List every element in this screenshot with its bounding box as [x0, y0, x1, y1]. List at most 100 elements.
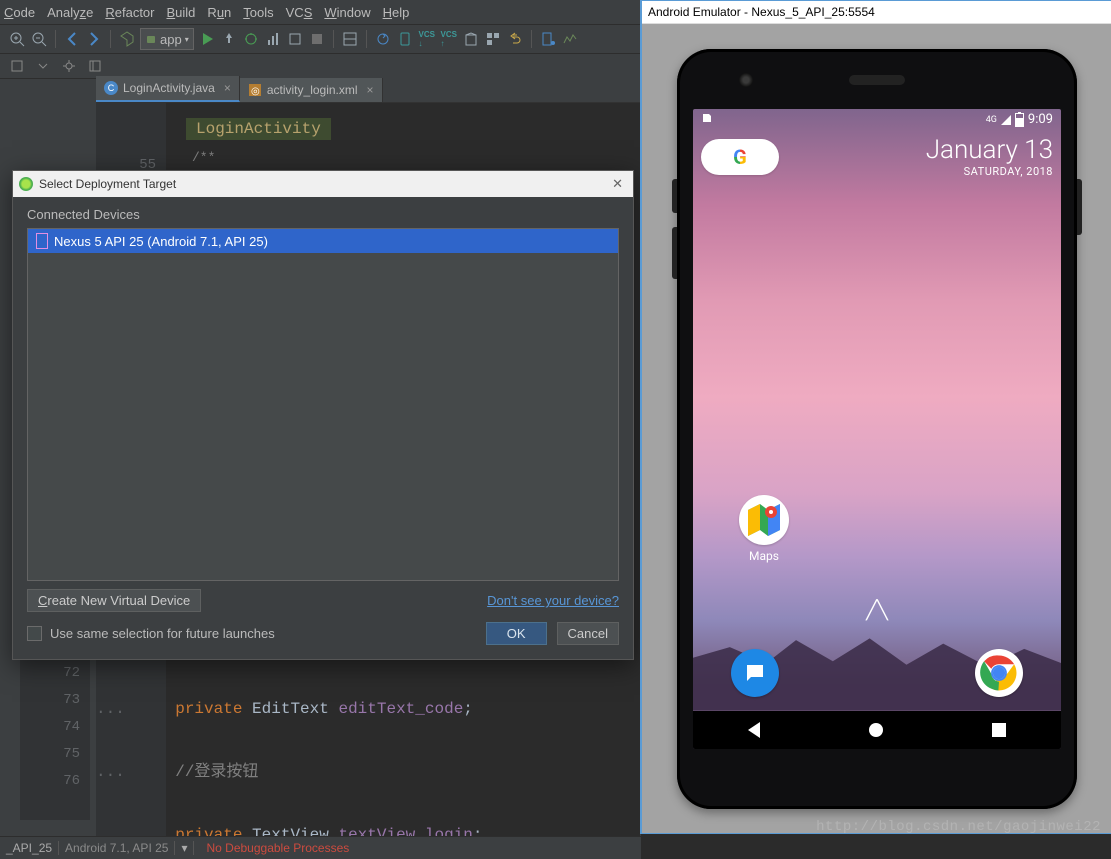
run-icon[interactable] — [198, 30, 216, 48]
date-sub: SATURDAY, 2018 — [926, 165, 1053, 178]
ok-button[interactable]: OK — [486, 622, 547, 645]
line-number: 72 — [20, 660, 80, 687]
menu-window[interactable]: Window — [324, 5, 370, 20]
sync-gradle-icon[interactable] — [374, 30, 392, 48]
java-class-icon: C — [104, 81, 118, 95]
sdk-manager-icon[interactable] — [462, 30, 480, 48]
checkbox-icon — [27, 626, 42, 641]
device-row-nexus5[interactable]: Nexus 5 API 25 (Android 7.1, API 25) — [28, 229, 618, 253]
menu-vcs[interactable]: VCS — [286, 5, 313, 20]
menu-refactor[interactable]: Refactor — [105, 5, 154, 20]
vcs-update-icon[interactable]: VCS↓ — [418, 30, 436, 48]
status-bar: _API_25 Android 7.1, API 25 ▾ No Debugga… — [0, 836, 641, 859]
volume-down-button[interactable] — [672, 227, 677, 279]
volume-up-button[interactable] — [672, 179, 677, 213]
editor-tabs: C LoginActivity.java × ◎ activity_login.… — [96, 76, 640, 103]
android-profiler-icon[interactable] — [561, 30, 579, 48]
editor-tab-label: LoginActivity.java — [123, 81, 215, 95]
zoom-out-icon[interactable] — [30, 30, 48, 48]
menu-run[interactable]: Run — [207, 5, 231, 20]
stop-icon[interactable] — [308, 30, 326, 48]
date-widget[interactable]: January 13 SATURDAY, 2018 — [926, 137, 1053, 178]
watermark: http://blog.csdn.net/gaojinwei22 — [816, 819, 1101, 835]
apply-changes-icon[interactable] — [220, 30, 238, 48]
battery-icon — [1015, 113, 1024, 127]
debug-icon[interactable] — [242, 30, 260, 48]
context-class-label: LoginActivity — [186, 118, 331, 140]
line-number: 73 — [20, 687, 80, 714]
editor-tab-activity-login-xml[interactable]: ◎ activity_login.xml × — [240, 78, 383, 102]
close-tab-icon[interactable]: × — [367, 83, 374, 97]
app-chrome[interactable] — [975, 649, 1023, 697]
dialog-close-icon[interactable]: ✕ — [608, 176, 627, 192]
connected-devices-label: Connected Devices — [27, 207, 619, 222]
status-api: Android 7.1, API 25 — [59, 841, 174, 855]
vcs-commit-icon[interactable]: VCS↑ — [440, 30, 458, 48]
app-maps[interactable]: Maps — [739, 495, 789, 563]
editor-tab-label: activity_login.xml — [267, 83, 358, 97]
collapse-all-icon[interactable] — [34, 57, 52, 75]
phone-frame: 4G 9:09 G January 13 SATURDAY, 2018 — [677, 49, 1077, 809]
status-no-debuggable: No Debuggable Processes — [194, 841, 349, 855]
dialog-titlebar[interactable]: Select Deployment Target ✕ — [13, 171, 633, 197]
device-list[interactable]: Nexus 5 API 25 (Android 7.1, API 25) — [27, 228, 619, 581]
line-number: 75 — [20, 741, 80, 768]
avd-manager-icon[interactable] — [396, 30, 414, 48]
power-button[interactable] — [1077, 179, 1082, 235]
date-main: January 13 — [926, 137, 1053, 163]
nav-recents-icon[interactable] — [992, 723, 1006, 737]
android-status-bar[interactable]: 4G 9:09 — [693, 109, 1061, 131]
kw: private — [175, 700, 242, 718]
menu-help[interactable]: Help — [383, 5, 410, 20]
editor-tab-login-activity[interactable]: C LoginActivity.java × — [96, 76, 240, 102]
nav-home-icon[interactable] — [869, 723, 883, 737]
attach-debugger-icon[interactable] — [286, 30, 304, 48]
menu-build[interactable]: Build — [167, 5, 196, 20]
make-project-icon[interactable] — [118, 30, 136, 48]
project-structure-icon[interactable] — [484, 30, 502, 48]
line-number: 76 — [20, 768, 80, 795]
use-same-selection-checkbox[interactable]: Use same selection for future launches — [27, 626, 275, 641]
menu-tools[interactable]: Tools — [243, 5, 273, 20]
dialog-title: Select Deployment Target — [39, 177, 176, 191]
dropdown-icon: ▾ — [185, 35, 189, 44]
layout-editor-icon[interactable] — [341, 30, 359, 48]
menu-code[interactable]: Code — [4, 5, 35, 20]
android-studio-icon — [19, 177, 33, 191]
menu-analyze[interactable]: Analyze — [47, 5, 93, 20]
google-search-pill[interactable]: G — [701, 139, 779, 175]
device-row-label: Nexus 5 API 25 (Android 7.1, API 25) — [54, 234, 268, 249]
status-device-dropdown[interactable]: ▾ — [174, 841, 194, 855]
profile-icon[interactable] — [264, 30, 282, 48]
code-block: 72 73 74 75 76 ... private EditText edit… — [96, 660, 640, 859]
android-icon — [145, 33, 157, 45]
emulator-title: Android Emulator - Nexus_5_API_25:5554 — [642, 1, 1111, 24]
zoom-in-icon[interactable] — [8, 30, 26, 48]
dont-see-device-link[interactable]: Don't see your device? — [487, 593, 619, 608]
hide-panel-icon[interactable] — [86, 57, 104, 75]
undo-icon[interactable] — [506, 30, 524, 48]
nav-back-icon[interactable] — [748, 722, 760, 738]
emulator-window: Android Emulator - Nexus_5_API_25:5554 4… — [640, 0, 1111, 834]
comment-open: /** — [192, 150, 215, 165]
expand-all-icon[interactable] — [8, 57, 26, 75]
ide-window: Code Analyze Refactor Build Run Tools VC… — [0, 0, 641, 859]
toolbar: app ▾ VCS↓ VCS↑ — [0, 25, 641, 54]
close-tab-icon[interactable]: × — [224, 81, 231, 95]
phone-screen[interactable]: 4G 9:09 G January 13 SATURDAY, 2018 — [693, 109, 1061, 749]
run-config-combo[interactable]: app ▾ — [140, 28, 194, 50]
settings-icon[interactable] — [60, 57, 78, 75]
app-messages[interactable] — [731, 649, 779, 697]
status-device[interactable]: _API_25 — [0, 841, 59, 855]
sd-card-icon — [701, 112, 713, 124]
create-virtual-device-button[interactable]: Create New Virtual Device — [27, 589, 201, 612]
checkbox-label: Use same selection for future launches — [50, 626, 275, 641]
nav-back-icon[interactable] — [63, 30, 81, 48]
network-label: 4G — [986, 115, 997, 125]
app-drawer-handle[interactable]: ╱╲ — [866, 600, 888, 621]
nav-forward-icon[interactable] — [85, 30, 103, 48]
device-file-explorer-icon[interactable] — [539, 30, 557, 48]
xml-file-icon: ◎ — [248, 83, 262, 97]
speaker — [849, 75, 905, 85]
cancel-button[interactable]: Cancel — [557, 622, 619, 645]
